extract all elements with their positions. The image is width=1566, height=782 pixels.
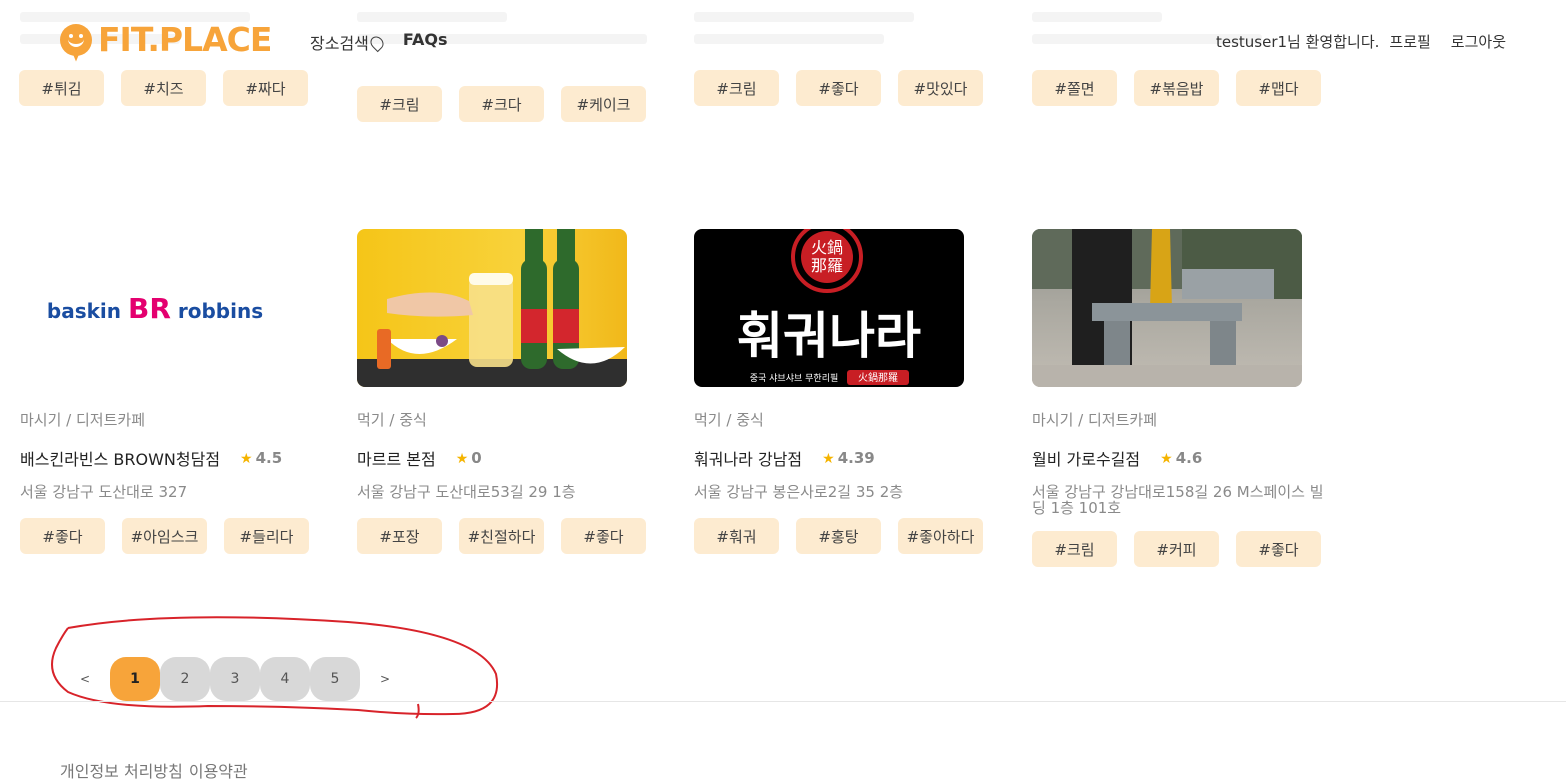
tag[interactable]: #좋다 xyxy=(20,518,105,554)
bench-photo xyxy=(1032,229,1302,387)
privacy-policy-link[interactable]: 개인정보 처리방침 xyxy=(60,758,183,782)
tag[interactable]: #크림 xyxy=(357,86,442,122)
tag[interactable]: #크다 xyxy=(459,86,544,122)
place-title[interactable]: 월비 가로수길점 xyxy=(1032,446,1140,470)
map-pin-icon xyxy=(367,33,387,53)
svg-text:那羅: 那羅 xyxy=(811,256,843,275)
profile-link[interactable]: 프로필 xyxy=(1389,31,1430,52)
page-button[interactable]: 5 xyxy=(310,657,360,701)
title-row: 마르르 본점 ★ 0 xyxy=(357,446,647,470)
tag-list: #포장 #친절하다 #좋다 xyxy=(357,518,647,554)
place-card[interactable]: 火鍋 那羅 훠궈나라 중국 샤브샤브 무한리필 火鍋那羅 먹기 / 중식 훠궈나… xyxy=(694,229,984,554)
svg-text:중국 샤브샤브 무한리필: 중국 샤브샤브 무한리필 xyxy=(750,372,839,384)
place-category: 마시기 / 디저트카페 xyxy=(1032,411,1157,429)
place-address: 서울 강남구 도산대로53길 29 1층 xyxy=(357,483,576,501)
place-card[interactable]: 마시기 / 디저트카페 월비 가로수길점 ★ 4.6 서울 강남구 강남대로158… xyxy=(1032,229,1324,567)
star-icon: ★ xyxy=(1160,451,1173,467)
tag[interactable]: #홍탕 xyxy=(796,518,881,554)
star-icon: ★ xyxy=(455,451,469,467)
place-category: 먹기 / 중식 xyxy=(357,411,427,429)
title-row: 훠궈나라 강남점 ★ 4.39 xyxy=(694,446,984,470)
main-nav: 장소검색 FAQs xyxy=(310,30,448,54)
tag[interactable]: #아임스크 xyxy=(122,518,207,554)
tag[interactable]: #좋아하다 xyxy=(898,518,983,554)
footer-links: 개인정보 처리방침 이용약관 xyxy=(60,758,248,782)
place-title[interactable]: 훠궈나라 강남점 xyxy=(694,446,802,470)
rating: ★ 4.5 xyxy=(240,449,283,467)
baskin-robbins-logo: baskin BR robbins xyxy=(46,291,264,325)
rating: ★ 0 xyxy=(455,449,482,467)
terms-link[interactable]: 이용약관 xyxy=(189,758,248,782)
place-title[interactable]: 마르르 본점 xyxy=(357,446,436,470)
tag[interactable]: #크림 xyxy=(1032,531,1117,567)
welcome-text: testuser1님 환영합니다. xyxy=(1215,33,1380,51)
rating: ★ 4.6 xyxy=(1160,449,1203,467)
place-image[interactable]: baskin BR robbins xyxy=(20,229,290,387)
place-category: 마시기 / 디저트카페 xyxy=(20,411,145,429)
tag[interactable]: #케이크 xyxy=(561,86,646,122)
tag[interactable]: #포장 xyxy=(357,518,442,554)
place-address: 서울 강남구 강남대로158길 26 M스페이스 빌딩 1층 101호 xyxy=(1032,483,1324,517)
logo-smile-icon xyxy=(60,23,92,56)
page-button[interactable]: 2 xyxy=(160,657,210,701)
pagination: < 1 2 3 4 5 > xyxy=(60,657,410,701)
place-image[interactable] xyxy=(1032,229,1302,387)
star-icon: ★ xyxy=(822,451,835,467)
tag-list: #크림 #크다 #케이크 xyxy=(357,86,646,122)
nav-place-search[interactable]: 장소검색 xyxy=(310,30,387,54)
beer-photo xyxy=(357,229,627,387)
next-page-button[interactable]: > xyxy=(360,657,410,701)
user-menu: testuser1님 환영합니다. 프로필 로그아웃 xyxy=(1216,31,1506,52)
place-image[interactable] xyxy=(357,229,627,387)
page-button[interactable]: 4 xyxy=(260,657,310,701)
svg-text:火鍋: 火鍋 xyxy=(811,238,843,257)
place-image[interactable]: 火鍋 那羅 훠궈나라 중국 샤브샤브 무한리필 火鍋那羅 xyxy=(694,229,964,387)
place-address: 서울 강남구 봉은사로2길 35 2층 xyxy=(694,483,904,501)
logo-text: FIT.PLACE xyxy=(98,20,272,59)
place-category: 먹기 / 중식 xyxy=(694,411,764,429)
page-button[interactable]: 1 xyxy=(110,657,160,701)
tag-list: #훠궈 #홍탕 #좋아하다 xyxy=(694,518,984,554)
logo[interactable]: FIT.PLACE xyxy=(60,20,272,59)
svg-text:火鍋那羅: 火鍋那羅 xyxy=(858,371,898,384)
tag-list: #크림 #커피 #좋다 xyxy=(1032,531,1322,567)
tag[interactable]: #좋다 xyxy=(1236,531,1321,567)
star-icon: ★ xyxy=(240,451,253,467)
place-card[interactable]: 먹기 / 중식 마르르 본점 ★ 0 서울 강남구 도산대로53길 29 1층 #… xyxy=(357,229,647,554)
nav-faqs[interactable]: FAQs xyxy=(403,30,448,54)
place-title[interactable]: 배스킨라빈스 BROWN청담점 xyxy=(20,446,220,470)
nav-label: 장소검색 xyxy=(310,34,369,53)
logout-link[interactable]: 로그아웃 xyxy=(1451,31,1506,52)
title-row: 월비 가로수길점 ★ 4.6 xyxy=(1032,446,1322,470)
tag[interactable]: #좋다 xyxy=(561,518,646,554)
tag[interactable]: #들리다 xyxy=(224,518,309,554)
tag-list: #좋다 #아임스크 #들리다 xyxy=(20,518,310,554)
tag[interactable]: #커피 xyxy=(1134,531,1219,567)
tag[interactable]: #훠궈 xyxy=(694,518,779,554)
rating: ★ 4.39 xyxy=(822,449,875,467)
hwiguinara-logo: 火鍋 那羅 훠궈나라 중국 샤브샤브 무한리필 火鍋那羅 xyxy=(737,229,921,385)
svg-text:훠궈나라: 훠궈나라 xyxy=(737,306,921,365)
title-row: 배스킨라빈스 BROWN청담점 ★ 4.5 xyxy=(20,446,310,470)
tag[interactable]: #친절하다 xyxy=(459,518,544,554)
page-button[interactable]: 3 xyxy=(210,657,260,701)
footer-divider xyxy=(0,701,1566,702)
header: FIT.PLACE 장소검색 FAQs testuser1님 환영합니다. 프로… xyxy=(0,0,1566,82)
prev-page-button[interactable]: < xyxy=(60,657,110,701)
place-address: 서울 강남구 도산대로 327 xyxy=(20,483,188,501)
place-card[interactable]: baskin BR robbins 마시기 / 디저트카페 배스킨라빈스 BRO… xyxy=(20,229,310,554)
